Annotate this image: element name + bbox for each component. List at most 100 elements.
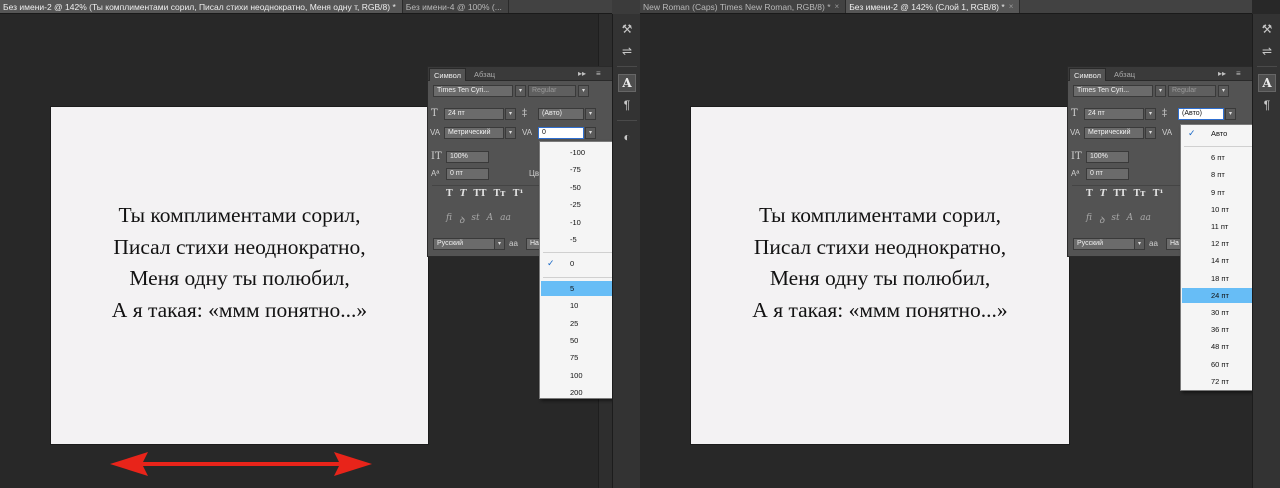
adjust-icon[interactable]: ⇌ (618, 42, 636, 60)
chevron-down-icon[interactable]: ▾ (1218, 85, 1229, 97)
document-tab-active[interactable]: Без имени-2 @ 142% (Слой 1, RGB/8) * × (846, 0, 1021, 13)
document-canvas[interactable]: Ты комплиментами сорил, Писал стихи неод… (51, 107, 428, 444)
chevron-down-icon[interactable]: ▾ (578, 85, 589, 97)
chevron-down-icon[interactable]: ▾ (515, 85, 526, 97)
dropdown-option[interactable]: 75 (541, 350, 612, 365)
leading-field[interactable]: (Авто) (1178, 108, 1224, 120)
all-caps-icon[interactable]: TT (1113, 189, 1126, 199)
vertical-scale-field[interactable]: 100% (1086, 151, 1129, 163)
dropdown-option[interactable]: -75 (541, 162, 612, 177)
history-brush-icon[interactable]: ⚒ (1258, 20, 1276, 38)
all-caps-icon[interactable]: TT (473, 189, 486, 199)
baseline-shift-field[interactable]: 0 пт (1086, 168, 1129, 180)
dropdown-option[interactable]: 50 (541, 333, 612, 348)
character-panel-icon[interactable]: A (1258, 74, 1276, 92)
stylistic-alt-icon[interactable]: st (471, 213, 479, 226)
font-family-field[interactable]: Times Ten Cyri... (433, 85, 513, 97)
kerning-field[interactable]: Метрический (1084, 127, 1144, 139)
adjust-icon[interactable]: ⇌ (1258, 42, 1276, 60)
document-canvas[interactable]: Ты комплиментами сорил, Писал стихи неод… (691, 107, 1069, 444)
dropdown-option[interactable]: -10 (541, 215, 612, 230)
leading-field[interactable]: (Авто) (538, 108, 584, 120)
ligature-icon[interactable]: fi (1086, 213, 1092, 226)
font-style-field[interactable]: Regular (528, 85, 576, 97)
titling-icon[interactable]: aa (1140, 213, 1151, 226)
dropdown-option[interactable]: 100 (541, 368, 612, 383)
dropdown-option[interactable]: -100 (541, 145, 612, 160)
document-tab[interactable]: Без имени-4 @ 100% (... (403, 0, 509, 13)
poem-text[interactable]: Ты комплиментами сорил, Писал стихи неод… (51, 200, 428, 326)
document-tab-active[interactable]: Без имени-2 @ 142% (Ты комплиментами сор… (0, 0, 403, 13)
dropdown-option[interactable]: 10 (541, 298, 612, 313)
small-caps-icon[interactable]: Tт (1133, 189, 1145, 199)
document-tab-bar: Без имени-2 @ 142% (Ты комплиментами сор… (0, 0, 612, 14)
panel-menu-icon[interactable]: ≡ (1236, 68, 1241, 80)
ornament-icon[interactable]: ꝺ (459, 213, 464, 226)
antialias-icon: аа (1149, 239, 1158, 248)
close-icon[interactable]: × (835, 0, 840, 13)
font-family-field[interactable]: Times Ten Cyri... (1073, 85, 1153, 97)
character-panel-icon[interactable]: A (618, 74, 636, 92)
faux-italic-icon[interactable]: T (460, 189, 467, 199)
font-style-field[interactable]: Regular (1168, 85, 1216, 97)
chevron-down-icon[interactable]: ▾ (585, 127, 596, 139)
tab-paragraph[interactable]: Абзац (470, 68, 499, 81)
tab-paragraph[interactable]: Абзац (1110, 68, 1139, 81)
dropdown-option[interactable]: 200 (541, 385, 612, 400)
dropdown-option[interactable]: -50 (541, 180, 612, 195)
poem-text[interactable]: Ты комплиментами сорил, Писал стихи неод… (691, 200, 1069, 326)
panel-collapse-icon[interactable]: ▸▸ (578, 68, 586, 80)
vertical-scale-field[interactable]: 100% (446, 151, 489, 163)
dropdown-option-label: 12 пт (1211, 239, 1229, 249)
superscript-icon[interactable]: T¹ (1153, 189, 1164, 199)
small-caps-icon[interactable]: Tт (493, 189, 505, 199)
tab-character[interactable]: Символ (429, 68, 467, 81)
color-wheel-icon[interactable]: ◐ (618, 128, 636, 146)
ligature-icon[interactable]: fi (446, 213, 452, 226)
superscript-icon[interactable]: T¹ (513, 189, 524, 199)
font-size-field[interactable]: 24 пт (1084, 108, 1144, 120)
dropdown-option[interactable]: -25 (541, 197, 612, 212)
chevron-down-icon[interactable]: ▾ (585, 108, 596, 120)
swash-icon[interactable]: A (487, 213, 494, 226)
chevron-down-icon[interactable]: ▾ (505, 127, 516, 139)
titling-icon[interactable]: aa (500, 213, 511, 226)
close-icon[interactable]: × (1009, 0, 1014, 13)
tracking-field[interactable]: 0 (538, 127, 584, 139)
language-select[interactable]: Русский (433, 238, 495, 250)
panel-collapse-icon[interactable]: ▸▸ (1218, 68, 1226, 80)
kerning-field[interactable]: Метрический (444, 127, 504, 139)
chevron-down-icon[interactable]: ▾ (1155, 85, 1166, 97)
vertical-scale-icon: IT (1071, 151, 1082, 162)
history-brush-icon[interactable]: ⚒ (618, 20, 636, 38)
divider (543, 252, 612, 254)
stylistic-alt-icon[interactable]: st (1111, 213, 1119, 226)
dropdown-option[interactable]: ✓ 0 (541, 256, 612, 271)
ornament-icon[interactable]: ꝺ (1099, 213, 1104, 226)
panel-menu-icon[interactable]: ≡ (596, 68, 601, 80)
language-select[interactable]: Русский (1073, 238, 1135, 250)
faux-bold-icon[interactable]: T (1086, 189, 1093, 199)
tab-character[interactable]: Символ (1069, 68, 1107, 81)
dropdown-option[interactable]: -5 (541, 232, 612, 247)
chevron-down-icon[interactable]: ▾ (494, 238, 505, 250)
chevron-down-icon[interactable]: ▾ (1225, 108, 1236, 120)
dropdown-option[interactable]: 5 (541, 280, 612, 296)
swash-icon[interactable]: A (1127, 213, 1134, 226)
chevron-down-icon[interactable]: ▾ (1145, 127, 1156, 139)
chevron-down-icon[interactable]: ▾ (1145, 108, 1156, 120)
color-label[interactable]: Цв (529, 168, 539, 180)
baseline-shift-field[interactable]: 0 пт (446, 168, 489, 180)
document-tab[interactable]: New Roman (Caps) Times New Roman, RGB/8)… (640, 0, 847, 13)
paragraph-panel-icon[interactable]: ¶ (618, 96, 636, 114)
font-size-field[interactable]: 24 пт (444, 108, 504, 120)
faux-bold-icon[interactable]: T (446, 189, 453, 199)
faux-italic-icon[interactable]: T (1100, 189, 1107, 199)
paragraph-panel-icon[interactable]: ¶ (1258, 96, 1276, 114)
dropdown-option[interactable]: 25 (541, 316, 612, 331)
opentype-buttons: fi ꝺ st A aa (1086, 213, 1151, 226)
panel-header: Символ Абзац ▸▸ ≡ (1068, 67, 1252, 81)
chevron-down-icon[interactable]: ▾ (1134, 238, 1145, 250)
chevron-down-icon[interactable]: ▾ (505, 108, 516, 120)
dropdown-option-label: -25 (570, 200, 581, 210)
